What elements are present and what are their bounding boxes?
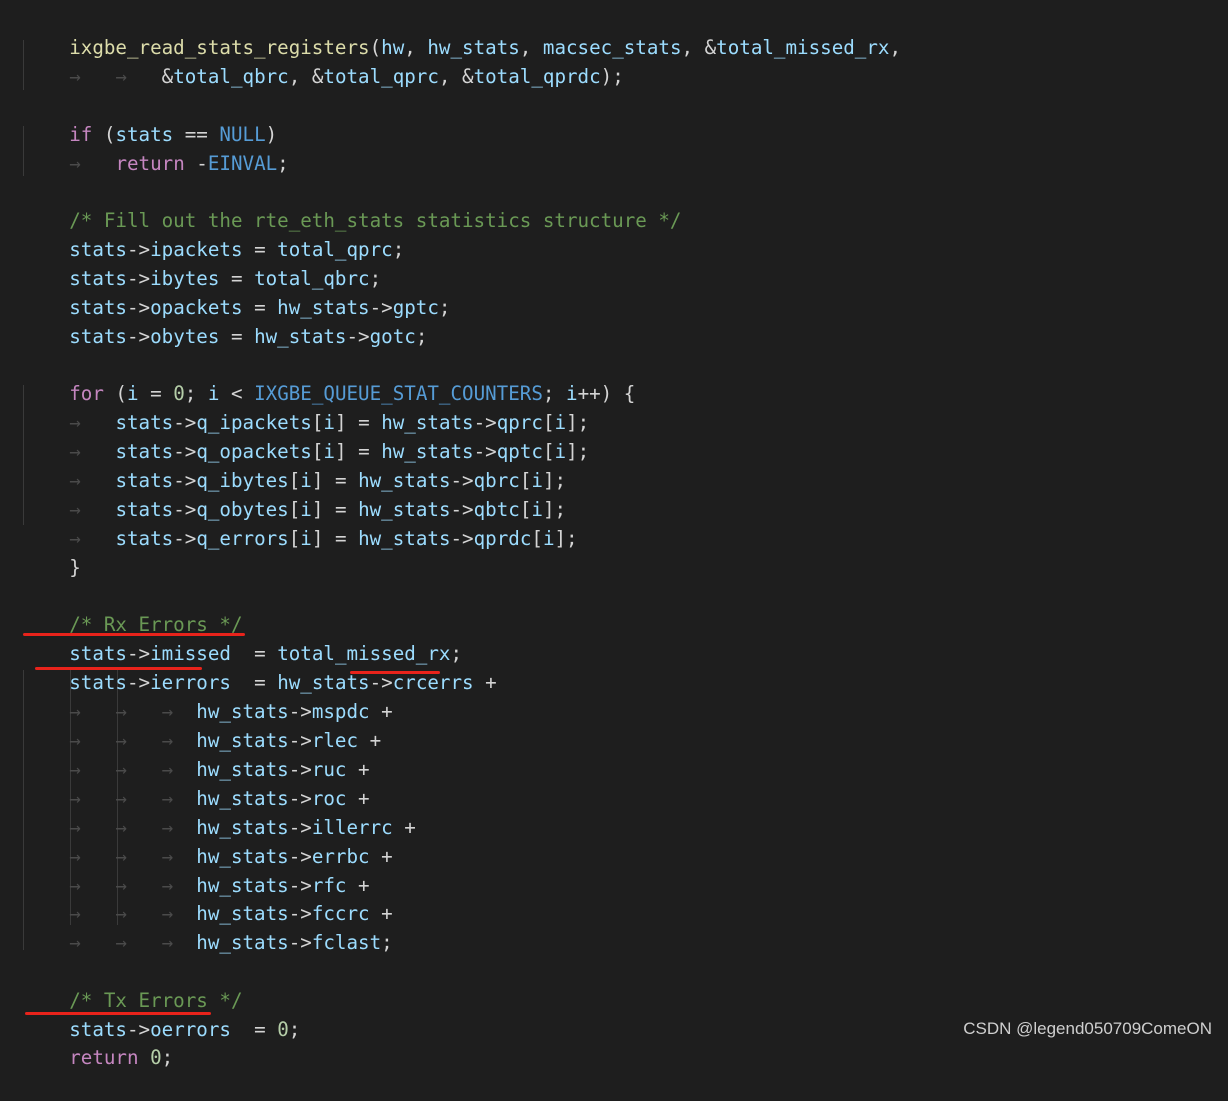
annotation-underline [350, 671, 440, 674]
code-line[interactable]: → return -EINVAL; [23, 120, 289, 175]
code-line[interactable]: → stats->q_obytes[i] = hw_stats->qbtc[i]… [23, 466, 566, 521]
code-line[interactable]: → → → hw_stats->errbc + [23, 813, 392, 868]
code-line[interactable]: → stats->q_errors[i] = hw_stats->qprdc[i… [23, 495, 577, 550]
code-line[interactable]: for (i = 0; i < IXGBE_QUEUE_STAT_COUNTER… [23, 350, 635, 405]
code-line[interactable]: → → → hw_stats->rlec + [23, 697, 381, 752]
annotation-underline [35, 667, 202, 670]
code-editor[interactable]: ixgbe_read_stats_registers(hw, hw_stats,… [0, 0, 1228, 1069]
code-line[interactable]: stats->obytes = hw_stats->gotc; [23, 293, 427, 348]
code-line[interactable]: → → → hw_stats->mspdc + [23, 668, 392, 723]
annotation-underline [23, 633, 245, 636]
code-line[interactable]: → → &total_qbrc, &total_qprc, &total_qpr… [23, 33, 624, 88]
code-line[interactable]: ixgbe_read_stats_registers(hw, hw_stats,… [23, 4, 901, 59]
code-line[interactable]: } [23, 524, 81, 579]
code-line[interactable]: → → → hw_stats->rfc + [23, 842, 369, 897]
code-line[interactable]: if (stats == NULL) [23, 91, 277, 146]
code-line[interactable]: stats->ipackets = total_qprc; [23, 206, 404, 261]
code-line[interactable]: → stats->q_opackets[i] = hw_stats->qptc[… [23, 408, 589, 463]
code-line[interactable]: → → → hw_stats->roc + [23, 755, 369, 810]
code-line[interactable]: return 0; [23, 1014, 173, 1069]
code-line[interactable]: → stats->q_ibytes[i] = hw_stats->qbrc[i]… [23, 437, 566, 492]
annotation-underline [25, 1012, 211, 1015]
code-line[interactable]: → → → hw_stats->fclast; [23, 899, 392, 954]
code-line[interactable]: stats->opackets = hw_stats->gptc; [23, 264, 450, 319]
code-line[interactable]: stats->ierrors = hw_stats->crcerrs + [23, 639, 496, 694]
watermark-text: CSDN @legend050709ComeON [963, 1019, 1212, 1038]
code-line[interactable]: → → → hw_stats->fccrc + [23, 870, 392, 925]
code-line[interactable]: stats->ibytes = total_qbrc; [23, 235, 381, 290]
code-line[interactable]: /* Fill out the rte_eth_stats statistics… [23, 177, 681, 232]
code-line[interactable]: → stats->q_ipackets[i] = hw_stats->qprc[… [23, 379, 589, 434]
code-line[interactable]: /* Tx Errors */ [23, 957, 242, 1012]
code-line[interactable]: → → → hw_stats->ruc + [23, 726, 369, 781]
code-line[interactable]: /* Rx Errors */ [23, 581, 242, 636]
code-line[interactable]: → → → hw_stats->illerrc + [23, 784, 416, 839]
code-line[interactable]: stats->oerrors = 0; [23, 986, 300, 1041]
